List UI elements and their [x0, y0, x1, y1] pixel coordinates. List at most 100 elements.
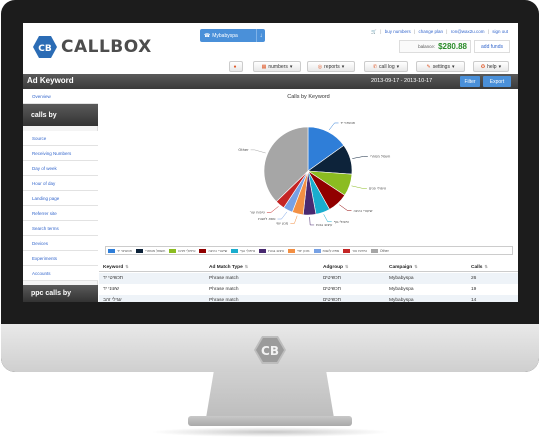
nav-numbers[interactable]: ▦ numbers ▾	[253, 61, 301, 72]
pie-label-2: טיפולי פנים	[369, 187, 387, 191]
sidebar-item-source[interactable]: Source	[23, 131, 98, 146]
nav-settings[interactable]: ✎ settings ▾	[416, 61, 465, 72]
pie-label-7: ספא לזוגות	[258, 217, 276, 221]
pie-label-6: מכון יופי	[276, 222, 289, 226]
pie-label-connector-1	[352, 156, 368, 159]
sidebar-item-referrer-site[interactable]: Referrer site	[23, 206, 98, 221]
table-row[interactable]: תכשיטי יד Phrase match תכשיטים Mybabyspa 26	[99, 273, 518, 284]
sidebar-item-day-of-week[interactable]: Day of week	[23, 161, 98, 176]
top-links: 🛒 | buy numbers | change plan | ron@wax2…	[371, 29, 508, 34]
legend-swatch-6	[288, 248, 296, 253]
legend-label-1: חשמל מסחרי	[145, 248, 166, 253]
nav-reports[interactable]: ◎ reports ▾	[307, 61, 355, 72]
sidebar-item-receiving-numbers[interactable]: Receiving Numbers	[23, 146, 98, 161]
legend-item-1[interactable]: חשמל מסחרי	[136, 248, 166, 253]
monitor-shadow	[150, 427, 390, 437]
date-range-picker[interactable]: 2013-09-17 - 2013-10-17	[371, 78, 432, 84]
legend-label-9: Other	[379, 248, 389, 253]
nav-help-label: help	[487, 63, 497, 70]
filter-button[interactable]: Filter	[460, 76, 480, 87]
sidebar-item-devices[interactable]: Devices	[23, 236, 98, 251]
sidebar-item-overview[interactable]: Overview	[23, 89, 98, 104]
legend-swatch-1	[136, 248, 144, 253]
export-button[interactable]: Export	[483, 76, 511, 87]
sidebar-item-landing-page[interactable]: Landing page	[23, 191, 98, 206]
legend-label-2: טיפולי פנים	[178, 248, 196, 253]
pie-label-0: תכשיטי יד	[341, 121, 356, 125]
sidebar-item-search-terms[interactable]: Search terms	[23, 221, 98, 236]
pie-label-connector-5	[309, 216, 315, 226]
pie-chart: תכשיטי יד חשמל מסחרי טיפולי פנים שיעורי נהי…	[238, 121, 391, 227]
pie-label-connector-8	[266, 206, 279, 213]
legend-swatch-9	[370, 248, 378, 253]
legend-label-5: עיצוב גבות	[268, 248, 285, 253]
cb-logo-icon: CB	[33, 36, 57, 58]
col-header-campaign[interactable]: Campaign ⇅	[389, 264, 418, 270]
table-cell: תכשיטי יד	[103, 276, 124, 281]
legend-swatch-7	[313, 248, 321, 253]
col-header-calls[interactable]: Calls ⇅	[471, 264, 488, 270]
legend-item-7[interactable]: ספא לזוגות	[313, 248, 339, 253]
lifebuoy-icon: ✪	[480, 63, 486, 70]
col-header-adgroup[interactable]: Adgroup ⇅	[323, 264, 348, 270]
nav-messages[interactable]: ●	[229, 61, 243, 72]
col-header-match-type[interactable]: Ad Match Type ⇅	[209, 264, 248, 270]
table-cell: תכשיטים	[323, 276, 342, 281]
chevron-down-icon[interactable]: ↓	[256, 29, 265, 42]
legend-label-3: שיעורי נהיגה	[208, 248, 228, 253]
chevron-down-icon: ▾	[451, 63, 455, 70]
legend-item-2[interactable]: טיפולי פנים	[169, 248, 196, 253]
change-plan-link[interactable]: change plan	[418, 29, 443, 34]
legend-item-3[interactable]: שיעורי נהיגה	[199, 248, 228, 253]
chart-legend: תכשיטי יד חשמל מסחרי טיפולי פנים שיעורי נהי…	[105, 246, 513, 255]
table-cell: 19	[471, 287, 477, 292]
monitor-stand-neck	[206, 372, 334, 418]
title-bar: Ad Keyword 2013-09-17 - 2013-10-17 Filte…	[23, 74, 518, 89]
sidebar-header-calls-by: calls by	[23, 104, 98, 126]
app-logo[interactable]: CB CALLBOX	[33, 36, 152, 58]
legend-item-8[interactable]: טיפוח עור	[343, 248, 367, 253]
user-email-link[interactable]: ron@wax2u.com	[451, 29, 485, 34]
top-bar: CB CALLBOX ☎ Mybabyspa ↓ 🛒 | buy numbers…	[23, 23, 518, 63]
sidebar-item-hour-of-day[interactable]: Hour of day	[23, 176, 98, 191]
chevron-down-icon: ▾	[498, 63, 502, 70]
svg-text:CB: CB	[261, 344, 279, 358]
sidebar-item-accounts[interactable]: Accounts	[23, 266, 98, 281]
table-cell: תכשיטים	[323, 298, 342, 302]
legend-swatch-2	[169, 248, 177, 253]
legend-swatch-4	[231, 248, 239, 253]
table-row[interactable]: שעוני יד Phrase match תכשיטים Mybabyspa 19	[99, 284, 518, 295]
legend-item-6[interactable]: מכון יופי	[288, 248, 310, 253]
account-selector-button[interactable]: ☎ Mybabyspa ↓	[200, 29, 265, 42]
pie-label-connector-6	[290, 215, 298, 224]
sign-out-link[interactable]: sign out	[492, 29, 508, 34]
sidebar: Overview calls by Source Receiving Numbe…	[23, 89, 98, 302]
chevron-down-icon: ▾	[289, 63, 293, 70]
table-cell: שעוני יד	[103, 287, 119, 292]
table-cell: Mybabyspa	[389, 298, 414, 302]
col-header-keyword[interactable]: Keyword ⇅	[103, 264, 129, 270]
nav-call-log-label: call log	[379, 63, 395, 70]
legend-item-0[interactable]: תכשיטי יד	[108, 248, 132, 253]
sidebar-header-ppc: ppc calls by	[23, 285, 98, 302]
legend-label-4: טיפולי גוף	[240, 248, 256, 253]
legend-swatch-5	[259, 248, 267, 253]
main-nav: ● ▦ numbers ▾ ◎ reports ▾ ✆ call log ▾ ✎…	[23, 60, 518, 73]
buy-numbers-link[interactable]: buy numbers	[385, 29, 411, 34]
table-row[interactable]: עגילי זהב Phrase match תכשיטים Mybabyspa 14	[99, 295, 518, 302]
legend-item-5[interactable]: עיצוב גבות	[259, 248, 285, 253]
table-cell: 14	[471, 298, 477, 302]
legend-item-4[interactable]: טיפולי גוף	[231, 248, 256, 253]
legend-item-9[interactable]: Other	[370, 248, 389, 253]
nav-call-log[interactable]: ✆ call log ▾	[364, 61, 408, 72]
legend-label-8: טיפוח עור	[352, 248, 367, 253]
pie-label-4: טיפולי גוף	[334, 220, 350, 224]
add-funds-button[interactable]: add funds	[474, 40, 510, 53]
table-cell: Phrase match	[209, 298, 239, 302]
sidebar-item-experiments[interactable]: Experiments	[23, 251, 98, 266]
nav-help[interactable]: ✪ help ▾	[473, 61, 509, 72]
wrench-icon: ✎	[426, 63, 431, 70]
pie-label-connector-4	[323, 214, 332, 223]
legend-swatch-0	[108, 248, 115, 253]
pie-label-connector-2	[351, 185, 367, 189]
